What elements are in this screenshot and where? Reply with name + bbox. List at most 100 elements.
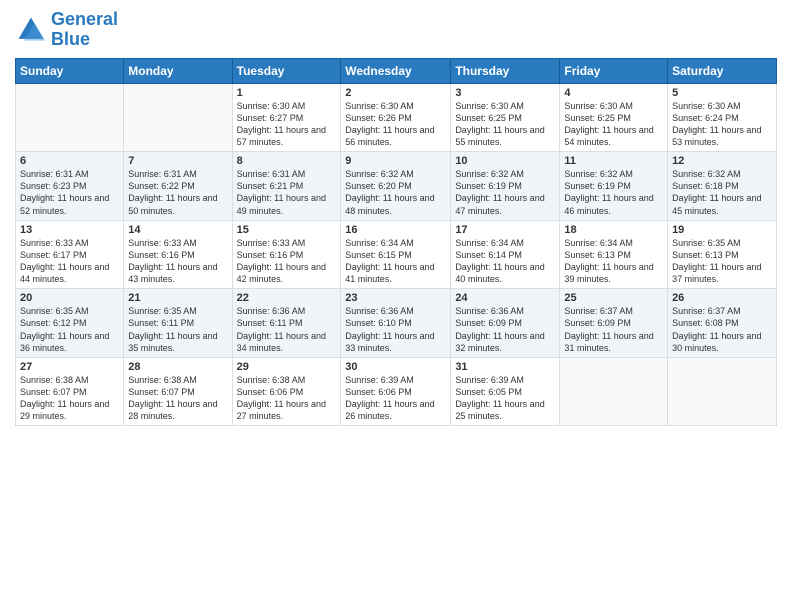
weekday-header-row: SundayMondayTuesdayWednesdayThursdayFrid…: [16, 58, 777, 83]
calendar-cell: 27Sunrise: 6:38 AM Sunset: 6:07 PM Dayli…: [16, 357, 124, 426]
calendar-cell: 26Sunrise: 6:37 AM Sunset: 6:08 PM Dayli…: [668, 289, 777, 358]
logo: General Blue: [15, 10, 118, 50]
day-info: Sunrise: 6:30 AM Sunset: 6:27 PM Dayligh…: [237, 100, 337, 149]
day-info: Sunrise: 6:38 AM Sunset: 6:06 PM Dayligh…: [237, 374, 337, 423]
day-info: Sunrise: 6:34 AM Sunset: 6:13 PM Dayligh…: [564, 237, 663, 286]
calendar-cell: 13Sunrise: 6:33 AM Sunset: 6:17 PM Dayli…: [16, 220, 124, 289]
weekday-header: Sunday: [16, 58, 124, 83]
day-info: Sunrise: 6:32 AM Sunset: 6:19 PM Dayligh…: [455, 168, 555, 217]
day-info: Sunrise: 6:39 AM Sunset: 6:05 PM Dayligh…: [455, 374, 555, 423]
day-number: 30: [345, 361, 446, 373]
day-info: Sunrise: 6:31 AM Sunset: 6:21 PM Dayligh…: [237, 168, 337, 217]
day-number: 9: [345, 155, 446, 167]
calendar-cell: 12Sunrise: 6:32 AM Sunset: 6:18 PM Dayli…: [668, 152, 777, 221]
day-info: Sunrise: 6:38 AM Sunset: 6:07 PM Dayligh…: [20, 374, 119, 423]
calendar-cell: 7Sunrise: 6:31 AM Sunset: 6:22 PM Daylig…: [124, 152, 232, 221]
day-info: Sunrise: 6:31 AM Sunset: 6:23 PM Dayligh…: [20, 168, 119, 217]
weekday-header: Thursday: [451, 58, 560, 83]
calendar-cell: 21Sunrise: 6:35 AM Sunset: 6:11 PM Dayli…: [124, 289, 232, 358]
day-number: 16: [345, 224, 446, 236]
day-number: 22: [237, 292, 337, 304]
calendar-week-row: 1Sunrise: 6:30 AM Sunset: 6:27 PM Daylig…: [16, 83, 777, 152]
day-info: Sunrise: 6:39 AM Sunset: 6:06 PM Dayligh…: [345, 374, 446, 423]
day-number: 14: [128, 224, 227, 236]
calendar-cell: 31Sunrise: 6:39 AM Sunset: 6:05 PM Dayli…: [451, 357, 560, 426]
calendar-cell: 24Sunrise: 6:36 AM Sunset: 6:09 PM Dayli…: [451, 289, 560, 358]
day-number: 1: [237, 87, 337, 99]
day-number: 29: [237, 361, 337, 373]
day-number: 20: [20, 292, 119, 304]
calendar-cell: 9Sunrise: 6:32 AM Sunset: 6:20 PM Daylig…: [341, 152, 451, 221]
day-info: Sunrise: 6:35 AM Sunset: 6:11 PM Dayligh…: [128, 305, 227, 354]
calendar-cell: 15Sunrise: 6:33 AM Sunset: 6:16 PM Dayli…: [232, 220, 341, 289]
calendar-cell: 14Sunrise: 6:33 AM Sunset: 6:16 PM Dayli…: [124, 220, 232, 289]
calendar-cell: 1Sunrise: 6:30 AM Sunset: 6:27 PM Daylig…: [232, 83, 341, 152]
day-info: Sunrise: 6:32 AM Sunset: 6:20 PM Dayligh…: [345, 168, 446, 217]
calendar-cell: 8Sunrise: 6:31 AM Sunset: 6:21 PM Daylig…: [232, 152, 341, 221]
day-number: 26: [672, 292, 772, 304]
day-number: 17: [455, 224, 555, 236]
weekday-header: Wednesday: [341, 58, 451, 83]
calendar-cell: 3Sunrise: 6:30 AM Sunset: 6:25 PM Daylig…: [451, 83, 560, 152]
calendar-cell: [668, 357, 777, 426]
day-info: Sunrise: 6:33 AM Sunset: 6:16 PM Dayligh…: [237, 237, 337, 286]
calendar-cell: [16, 83, 124, 152]
calendar-cell: [560, 357, 668, 426]
calendar: SundayMondayTuesdayWednesdayThursdayFrid…: [15, 58, 777, 427]
day-number: 19: [672, 224, 772, 236]
day-number: 18: [564, 224, 663, 236]
calendar-week-row: 6Sunrise: 6:31 AM Sunset: 6:23 PM Daylig…: [16, 152, 777, 221]
day-number: 13: [20, 224, 119, 236]
day-info: Sunrise: 6:34 AM Sunset: 6:14 PM Dayligh…: [455, 237, 555, 286]
day-number: 15: [237, 224, 337, 236]
calendar-week-row: 20Sunrise: 6:35 AM Sunset: 6:12 PM Dayli…: [16, 289, 777, 358]
calendar-cell: 11Sunrise: 6:32 AM Sunset: 6:19 PM Dayli…: [560, 152, 668, 221]
day-number: 21: [128, 292, 227, 304]
day-info: Sunrise: 6:32 AM Sunset: 6:19 PM Dayligh…: [564, 168, 663, 217]
calendar-cell: 25Sunrise: 6:37 AM Sunset: 6:09 PM Dayli…: [560, 289, 668, 358]
weekday-header: Tuesday: [232, 58, 341, 83]
logo-text: General Blue: [51, 10, 118, 50]
day-number: 8: [237, 155, 337, 167]
day-info: Sunrise: 6:30 AM Sunset: 6:25 PM Dayligh…: [564, 100, 663, 149]
weekday-header: Monday: [124, 58, 232, 83]
weekday-header: Saturday: [668, 58, 777, 83]
header: General Blue: [15, 10, 777, 50]
calendar-cell: 23Sunrise: 6:36 AM Sunset: 6:10 PM Dayli…: [341, 289, 451, 358]
day-info: Sunrise: 6:33 AM Sunset: 6:16 PM Dayligh…: [128, 237, 227, 286]
day-number: 27: [20, 361, 119, 373]
day-info: Sunrise: 6:36 AM Sunset: 6:09 PM Dayligh…: [455, 305, 555, 354]
calendar-cell: 10Sunrise: 6:32 AM Sunset: 6:19 PM Dayli…: [451, 152, 560, 221]
day-number: 3: [455, 87, 555, 99]
day-number: 11: [564, 155, 663, 167]
calendar-cell: 17Sunrise: 6:34 AM Sunset: 6:14 PM Dayli…: [451, 220, 560, 289]
day-number: 28: [128, 361, 227, 373]
calendar-cell: 4Sunrise: 6:30 AM Sunset: 6:25 PM Daylig…: [560, 83, 668, 152]
calendar-cell: 19Sunrise: 6:35 AM Sunset: 6:13 PM Dayli…: [668, 220, 777, 289]
day-info: Sunrise: 6:30 AM Sunset: 6:25 PM Dayligh…: [455, 100, 555, 149]
day-info: Sunrise: 6:33 AM Sunset: 6:17 PM Dayligh…: [20, 237, 119, 286]
calendar-cell: 6Sunrise: 6:31 AM Sunset: 6:23 PM Daylig…: [16, 152, 124, 221]
calendar-cell: [124, 83, 232, 152]
day-info: Sunrise: 6:30 AM Sunset: 6:24 PM Dayligh…: [672, 100, 772, 149]
day-number: 5: [672, 87, 772, 99]
calendar-cell: 29Sunrise: 6:38 AM Sunset: 6:06 PM Dayli…: [232, 357, 341, 426]
day-number: 23: [345, 292, 446, 304]
day-info: Sunrise: 6:37 AM Sunset: 6:09 PM Dayligh…: [564, 305, 663, 354]
day-number: 31: [455, 361, 555, 373]
calendar-cell: 22Sunrise: 6:36 AM Sunset: 6:11 PM Dayli…: [232, 289, 341, 358]
page: General Blue SundayMondayTuesdayWednesda…: [0, 0, 792, 612]
calendar-cell: 28Sunrise: 6:38 AM Sunset: 6:07 PM Dayli…: [124, 357, 232, 426]
day-info: Sunrise: 6:36 AM Sunset: 6:10 PM Dayligh…: [345, 305, 446, 354]
day-number: 4: [564, 87, 663, 99]
calendar-cell: 30Sunrise: 6:39 AM Sunset: 6:06 PM Dayli…: [341, 357, 451, 426]
weekday-header: Friday: [560, 58, 668, 83]
day-number: 2: [345, 87, 446, 99]
calendar-cell: 5Sunrise: 6:30 AM Sunset: 6:24 PM Daylig…: [668, 83, 777, 152]
day-info: Sunrise: 6:37 AM Sunset: 6:08 PM Dayligh…: [672, 305, 772, 354]
day-info: Sunrise: 6:36 AM Sunset: 6:11 PM Dayligh…: [237, 305, 337, 354]
logo-icon: [15, 14, 47, 46]
day-info: Sunrise: 6:31 AM Sunset: 6:22 PM Dayligh…: [128, 168, 227, 217]
day-number: 12: [672, 155, 772, 167]
day-info: Sunrise: 6:32 AM Sunset: 6:18 PM Dayligh…: [672, 168, 772, 217]
